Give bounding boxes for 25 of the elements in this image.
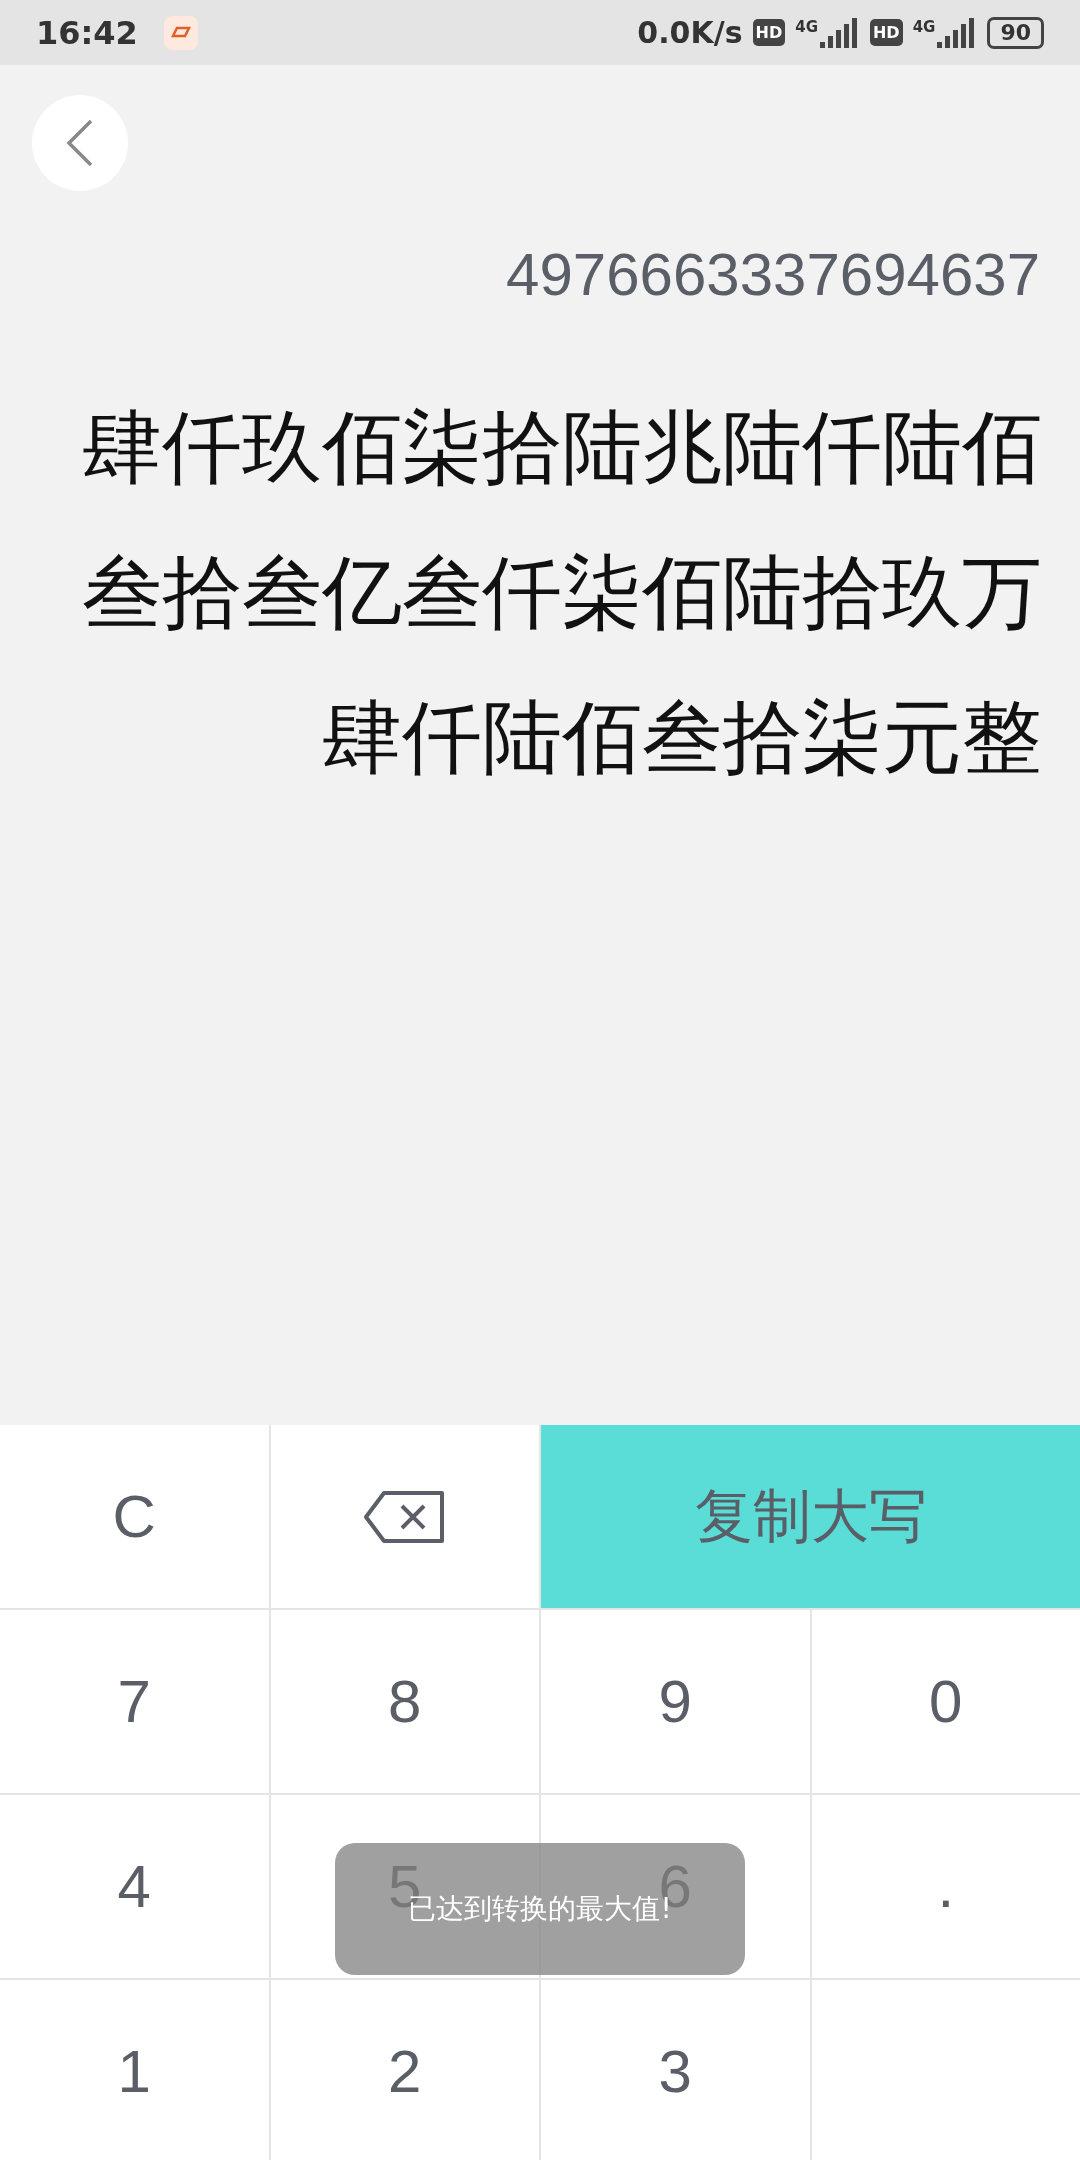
- key-button[interactable]: C: [0, 1425, 269, 1608]
- app-notification-icon: [163, 15, 198, 50]
- input-number: 4976663337694637: [506, 240, 1040, 309]
- key-button[interactable]: 0: [811, 1610, 1080, 1793]
- status-time: 16:42: [36, 13, 138, 52]
- network-type: 4G: [912, 17, 936, 36]
- key-button[interactable]: 1: [0, 1980, 269, 2160]
- copy-button[interactable]: 复制大写: [541, 1425, 1080, 1608]
- battery-level: 90: [987, 16, 1044, 49]
- network-speed: 0.0K/s: [637, 15, 743, 50]
- key-button[interactable]: 7: [0, 1610, 269, 1793]
- backspace-icon: [363, 1490, 446, 1543]
- key-button[interactable]: .: [811, 1795, 1080, 1978]
- network-type: 4G: [795, 17, 818, 36]
- key-button[interactable]: 8: [270, 1610, 539, 1793]
- backspace-button[interactable]: [270, 1425, 539, 1608]
- key-button[interactable]: 2: [270, 1980, 539, 2160]
- uppercase-amount: 肆仟玖佰柒拾陆兆陆仟陆佰叁拾叁亿叁仟柒佰陆拾玖万肆仟陆佰叁拾柒元整: [81, 400, 1042, 786]
- signal-icon: [819, 17, 860, 48]
- hd-badge: HD: [752, 19, 786, 46]
- back-icon: [65, 118, 95, 168]
- key-button[interactable]: 9: [541, 1610, 810, 1793]
- key-button[interactable]: 4: [0, 1795, 269, 1978]
- hd-badge: HD: [869, 19, 903, 46]
- key-button[interactable]: 3: [541, 1980, 810, 2160]
